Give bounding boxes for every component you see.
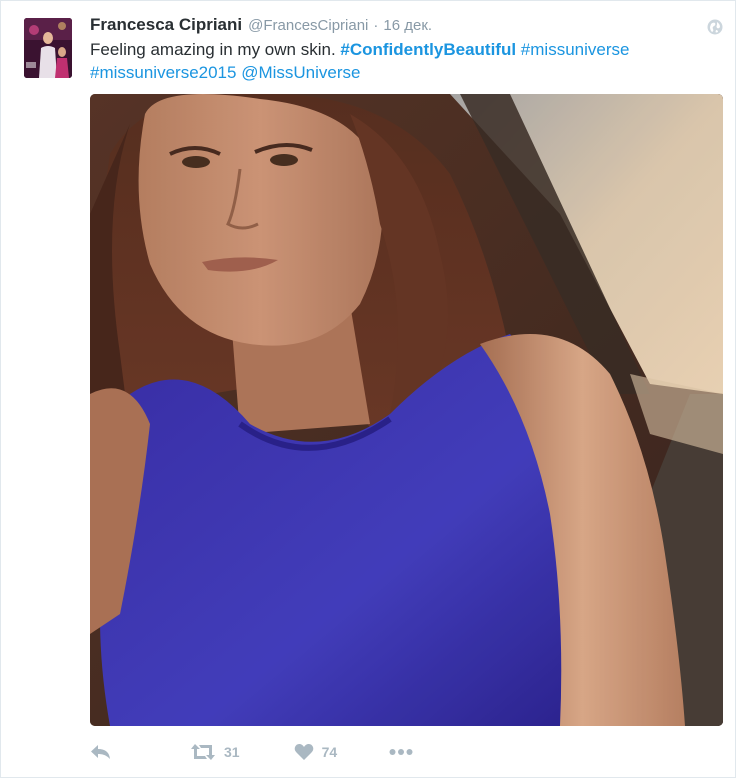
tweet-header: Francesca Cipriani @FrancesCipriani · 16…: [90, 15, 432, 37]
header-separator: ·: [373, 17, 379, 34]
hashtag-link-confidentlybeautiful[interactable]: #ConfidentlyBeautiful: [340, 40, 516, 59]
more-icon: [389, 749, 413, 755]
retweet-icon: [191, 744, 215, 760]
reply-button[interactable]: [90, 744, 112, 760]
tweet-actions: 31 74: [90, 739, 413, 765]
hashtag-link-missuniverse2015[interactable]: #missuniverse2015: [90, 63, 236, 82]
retweet-count: 31: [224, 744, 240, 760]
author-fullname[interactable]: Francesca Cipriani: [90, 15, 242, 35]
like-count: 74: [321, 744, 338, 760]
mention-link-missuniverse[interactable]: @MissUniverse: [241, 63, 360, 82]
author-screen-name[interactable]: @FrancesCipriani: [248, 17, 368, 34]
globe-icon: [707, 19, 723, 35]
avatar[interactable]: [24, 18, 72, 78]
more-button[interactable]: [389, 748, 413, 756]
tweet-timestamp[interactable]: 16 дек.: [383, 17, 432, 34]
retweet-button[interactable]: 31: [190, 743, 240, 761]
hashtag-link-missuniverse[interactable]: #missuniverse: [521, 40, 630, 59]
heart-icon: [294, 743, 313, 760]
reply-icon: [91, 745, 110, 759]
tweet-photo[interactable]: [90, 94, 723, 726]
avatar-image: [24, 18, 72, 78]
tweet-text-plain: Feeling amazing in my own skin.: [90, 40, 341, 59]
like-button[interactable]: 74: [294, 743, 338, 761]
tweet-card: Francesca Cipriani @FrancesCipriani · 16…: [0, 0, 736, 778]
selfie-photo-image: [90, 94, 723, 726]
tweet-text: Feeling amazing in my own skin. #Confide…: [90, 38, 690, 84]
